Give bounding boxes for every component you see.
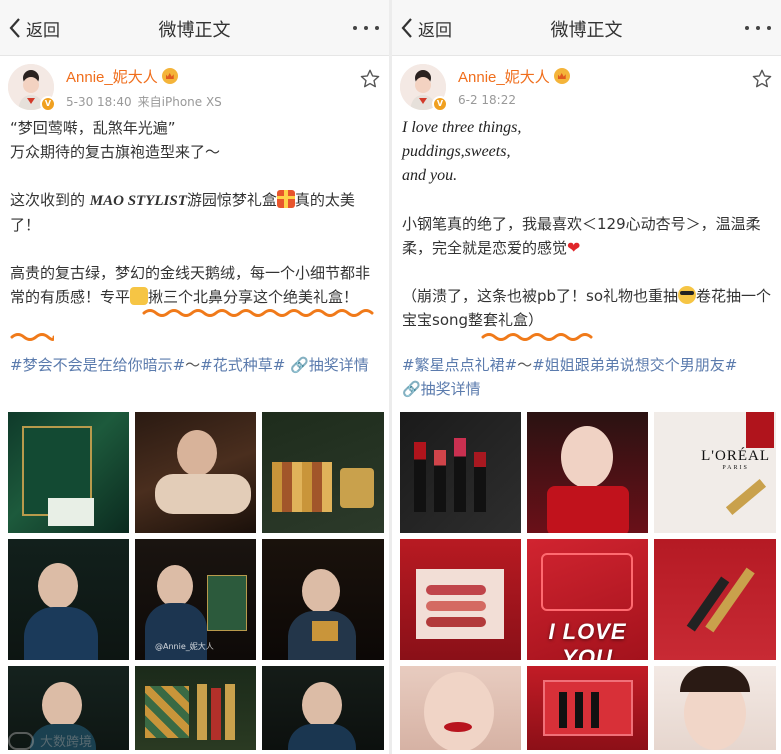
thumbs-up-emoji-icon: [130, 287, 149, 305]
lottery-detail-link[interactable]: 🔗抽奖详情: [290, 356, 369, 374]
model-lips-photo[interactable]: [400, 666, 521, 750]
post-source: 来自iPhone XS: [137, 95, 222, 109]
tilde-separator: ～: [185, 356, 201, 374]
post-tags: #梦会不会是在给你暗示#～#花式种草# 🔗抽奖详情: [10, 353, 381, 377]
model-with-pipe-photo[interactable]: [8, 539, 129, 660]
weibo-post-panel-right: 返回 微博正文 V Annie_妮大人 6-2 18:22 I love thr…: [392, 0, 781, 754]
model-smile-photo[interactable]: [654, 666, 776, 750]
topic-tag[interactable]: #梦会不会是在给你暗示#: [10, 356, 185, 374]
post-text-line: （崩溃了，这条也被pb了！so礼物也重抽 卷花抽一个宝宝song整套礼盒）: [402, 286, 772, 329]
gift-emoji-icon: [276, 190, 295, 208]
orange-underline-annotation: [481, 333, 593, 341]
nav-bar: 返回 微博正文: [392, 0, 781, 56]
orange-underline-annotation: [142, 309, 374, 317]
more-options-icon[interactable]: [745, 18, 771, 38]
loreal-lipstick-photo[interactable]: L'ORÉAL PARIS: [654, 412, 776, 533]
model-red-portrait-photo[interactable]: [527, 412, 648, 533]
heart-emoji-icon: ❤: [567, 238, 581, 257]
post-header: V Annie_妮大人 6-2 18:22: [392, 60, 781, 116]
lipstick-closeup-photo[interactable]: [654, 539, 776, 660]
crown-icon: [553, 68, 570, 84]
lottery-detail-link[interactable]: 🔗抽奖详情: [402, 380, 481, 398]
poem-line: and you.: [402, 167, 458, 184]
topic-tag[interactable]: #繁星点点礼裙#: [402, 356, 517, 374]
model-holding-palette-photo[interactable]: [262, 539, 384, 660]
model-portrait-photo[interactable]: [8, 666, 129, 750]
green-giftbox-photo[interactable]: [8, 412, 129, 533]
photo-watermark: @Annie_妮大人: [155, 642, 214, 651]
verified-badge-icon: V: [40, 96, 56, 112]
post-text-line: 高贵的复古绿，梦幻的金线天鹅绒，每一个小细节都非常的有质感！专平 揪三个北鼻分享这…: [10, 264, 371, 306]
more-options-icon[interactable]: [353, 18, 379, 38]
topic-tag[interactable]: #姐姐跟弟弟说想交个男朋友#: [532, 356, 737, 374]
username[interactable]: Annie_妮大人: [66, 66, 178, 87]
post-date: 6-2 18:22: [458, 93, 516, 107]
post-date: 5-30 18:40: [66, 95, 132, 109]
red-giftbox-set-photo[interactable]: [527, 666, 648, 750]
post-meta: 6-2 18:22: [458, 93, 516, 107]
lipstick-set-photo[interactable]: [135, 666, 256, 750]
star-icon[interactable]: [359, 68, 381, 90]
weibo-post-panel-left: 返回 微博正文 V Annie_妮大人 5-30 18:40 来自iPhone X…: [0, 0, 389, 754]
verified-badge-icon: V: [432, 96, 448, 112]
orange-underline-annotation: [10, 333, 54, 341]
post-body: I love three things, puddings,sweets, an…: [402, 116, 773, 332]
page-title: 微博正文: [550, 20, 623, 41]
post-meta: 5-30 18:40 来自iPhone XS: [66, 93, 222, 110]
post-text-line: 这次收到的 MAO STYLIST游园惊梦礼盒 真的太美了！: [10, 190, 355, 234]
tilde-separator: ～: [517, 356, 533, 374]
star-icon[interactable]: [751, 68, 773, 90]
post-tags: #繁星点点礼裙#～#姐姐跟弟弟说想交个男朋友# 🔗抽奖详情: [402, 353, 773, 401]
model-with-giftbox-photo[interactable]: @Annie_妮大人: [135, 539, 256, 660]
post-text-line: 万众期待的复古旗袍造型来了～: [10, 143, 221, 161]
loreal-logo: L'ORÉAL PARIS: [701, 448, 770, 471]
brand-name: MAO STYLIST: [89, 193, 187, 209]
i-love-you-caption: I LOVE YOU: [548, 619, 627, 660]
poem-line: puddings,sweets,: [402, 143, 511, 160]
post-header: V Annie_妮大人 5-30 18:40 来自iPhone XS: [0, 60, 389, 116]
page-title: 微博正文: [158, 20, 231, 41]
model-closeup-photo[interactable]: [262, 666, 384, 750]
post-body: “梦回莺啭，乱煞年光遍” 万众期待的复古旗袍造型来了～ 这次收到的 MAO ST…: [10, 116, 381, 309]
i-love-you-giftbox-photo[interactable]: I LOVE YOU: [527, 539, 648, 660]
post-text-line: 小钢笔真的绝了，我最喜欢＜129心动杏号＞，温温柔柔，完全就是恋爱的感觉❤: [402, 212, 773, 260]
qipao-model-lying-photo[interactable]: [135, 412, 256, 533]
eyeshadow-palette-photo[interactable]: [262, 412, 384, 533]
poem-line: I love three things,: [402, 119, 522, 136]
crown-icon: [161, 68, 178, 84]
nav-bar: 返回 微博正文: [0, 0, 389, 56]
topic-tag[interactable]: #花式种草#: [200, 356, 285, 374]
lipsticks-row-photo[interactable]: [400, 412, 521, 533]
post-text-line: “梦回莺啭，乱煞年光遍”: [10, 119, 176, 137]
sunglasses-emoji-icon: [678, 286, 697, 304]
username[interactable]: Annie_妮大人: [458, 66, 570, 87]
lip-swatches-photo[interactable]: [400, 539, 521, 660]
